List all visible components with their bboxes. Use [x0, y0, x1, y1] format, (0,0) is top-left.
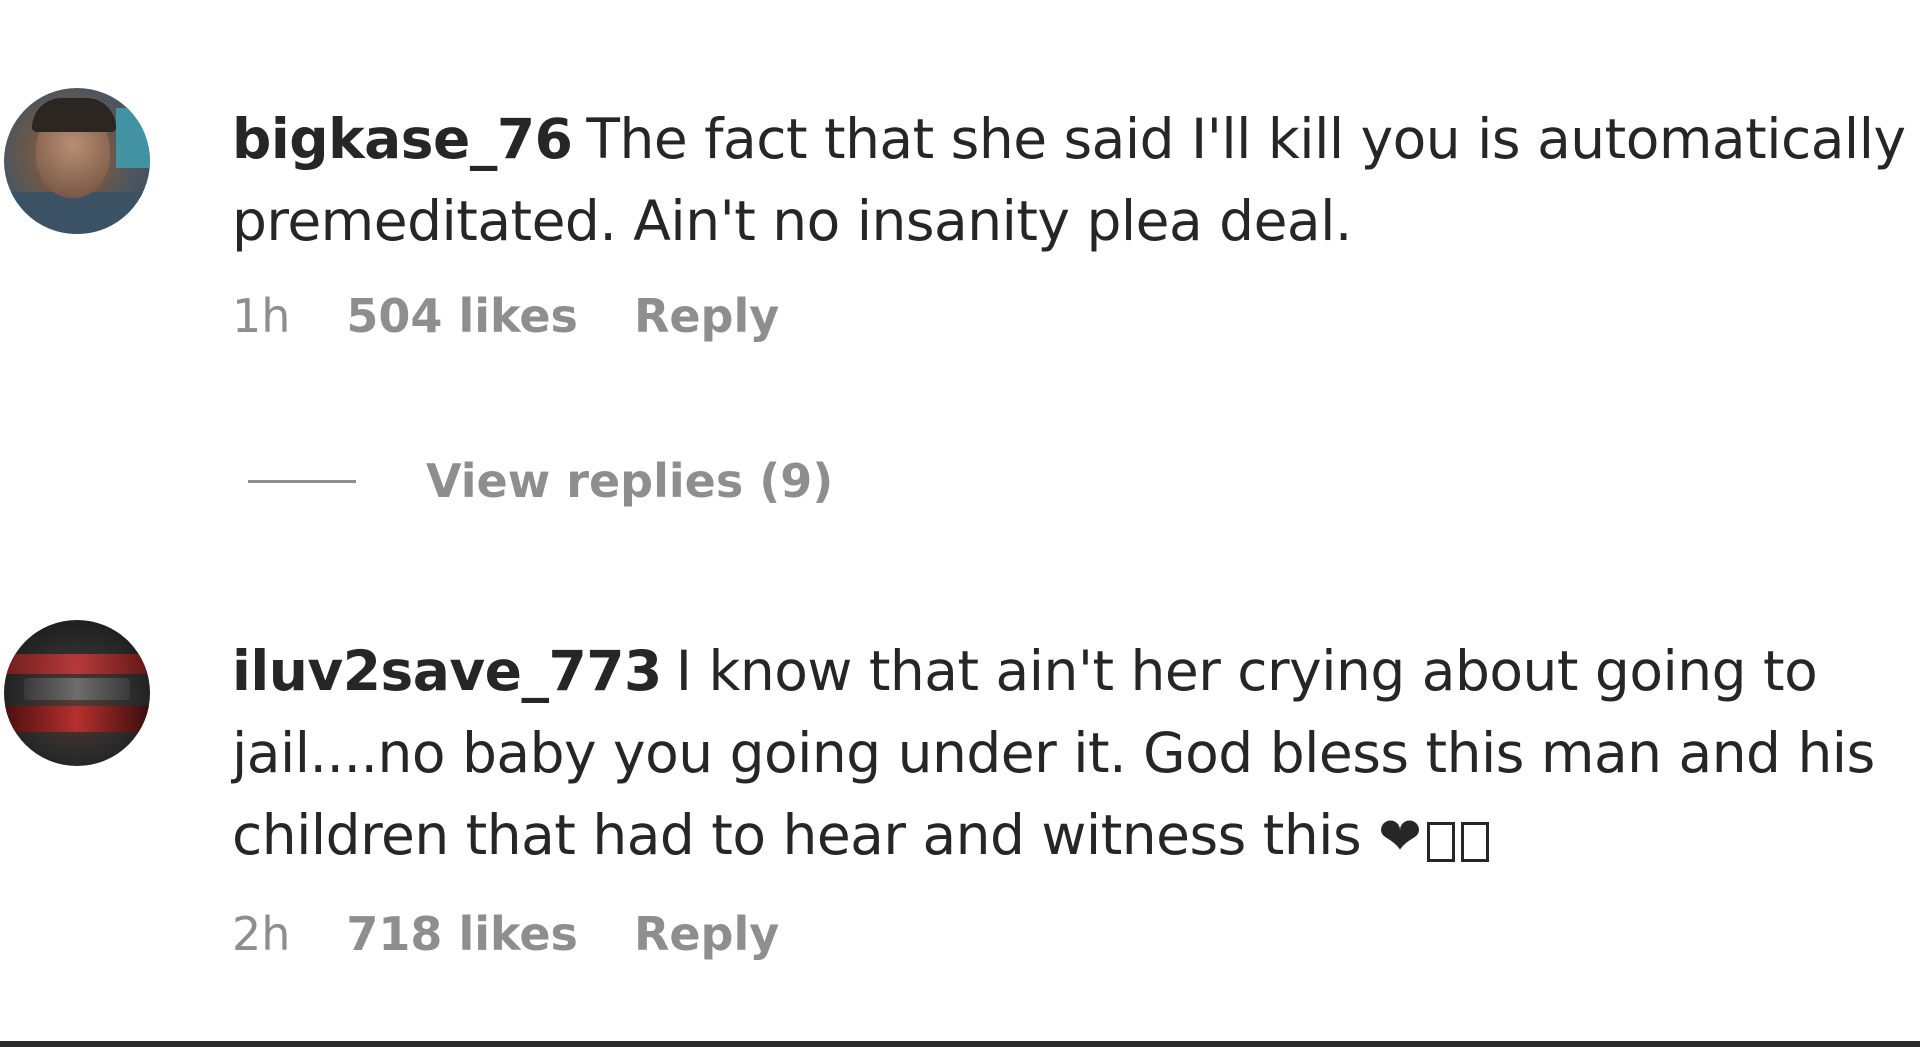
comment-text-block: bigkase_76 The fact that she said I'll ki… [232, 98, 1912, 262]
reply-button[interactable]: Reply [634, 289, 779, 343]
comment-body: iluv2save_773 I know that ain't her cryin… [232, 630, 1912, 964]
comment-time[interactable]: 1h [232, 289, 290, 343]
avatar-shirt [4, 192, 150, 234]
avatar[interactable] [4, 620, 150, 766]
comment-body: bigkase_76 The fact that she said I'll ki… [232, 98, 1912, 346]
bottom-border [0, 1041, 1920, 1047]
comment-meta: 1h 504 likes Reply [232, 286, 1912, 346]
reply-button[interactable]: Reply [634, 907, 779, 961]
comment-time[interactable]: 2h [232, 907, 290, 961]
avatar-graphic-band [4, 654, 150, 674]
view-replies-line [248, 479, 356, 483]
missing-glyph-icon [1421, 798, 1490, 880]
view-replies-label[interactable]: View replies (9) [426, 454, 833, 508]
view-replies-button[interactable]: View replies (9) [248, 454, 833, 508]
avatar-cap [32, 98, 116, 132]
comment-meta: 2h 718 likes Reply [232, 904, 1912, 964]
avatar-graphic-band [4, 706, 150, 732]
avatar[interactable] [4, 88, 150, 234]
comment-username[interactable]: iluv2save_773 [232, 639, 662, 703]
comment-text-block: iluv2save_773 I know that ain't her cryin… [232, 630, 1912, 880]
avatar-background-accent [116, 108, 150, 168]
comment-username[interactable]: bigkase_76 [232, 107, 573, 171]
comment-likes[interactable]: 718 likes [346, 907, 578, 961]
comment-likes[interactable]: 504 likes [346, 289, 578, 343]
heart-emoji-icon: ❤ [1378, 807, 1422, 867]
avatar-graphic-text [24, 678, 130, 700]
